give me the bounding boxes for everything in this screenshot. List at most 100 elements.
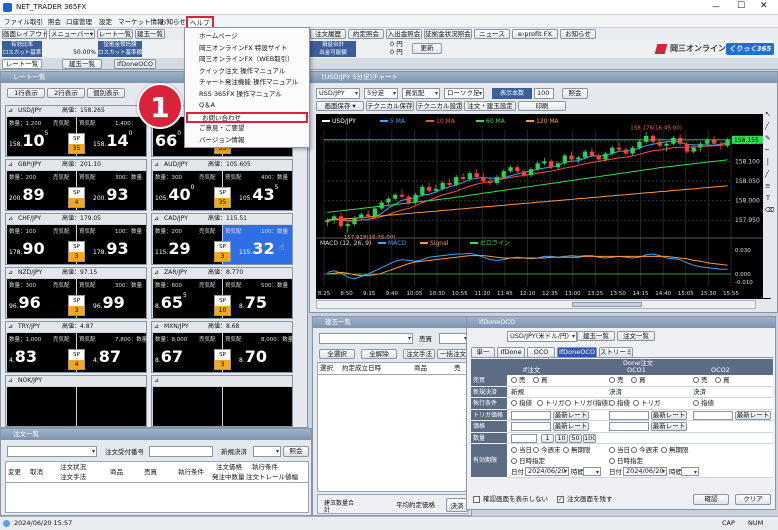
tab-rate-list[interactable]: レート一覧	[2, 59, 42, 69]
exp-none-0-radio[interactable]	[563, 447, 569, 453]
sell-cell[interactable]: 数量：600 売気配 8.655	[153, 279, 222, 318]
sell-cell[interactable]: 数量：300 売気配 96.96	[7, 279, 76, 318]
position-side-select[interactable]	[439, 333, 469, 344]
order-no-input[interactable]	[149, 446, 213, 457]
tile-chart-icon[interactable]: ⊿	[154, 214, 159, 224]
exp-date-1-radio[interactable]	[609, 458, 615, 464]
buy-0-radio[interactable]	[533, 377, 539, 383]
buy-cell[interactable]: 買気配 7,800：数量 4.87	[77, 333, 147, 372]
eprofit-button[interactable]: e-profit FX	[512, 29, 558, 39]
select-all-button[interactable]: 全選択	[319, 349, 355, 359]
minimize-icon[interactable]: —	[712, 2, 720, 11]
tile-chart-icon[interactable]: ⊿	[8, 268, 13, 278]
rate-tile[interactable]: ⊿ NOK/JPY	[5, 375, 147, 427]
order-filter-select[interactable]	[7, 446, 97, 457]
method-button[interactable]: 注文手法	[403, 349, 435, 359]
rate-tile[interactable]: ⊿ MXN/JPY 高値：8.68 数量：8,000 売気配 8.67 買気配 8,000：数…	[151, 321, 293, 373]
rate-tile[interactable]: ⊿ GBP/JPY 高値：201.10 数量：200 売気配 200.89 買気配 300：数…	[5, 159, 147, 211]
menu-news[interactable]: お知らせ	[160, 17, 186, 27]
draw-erase-icon[interactable]: ⌫	[765, 206, 774, 215]
chart-type-select[interactable]: ローソク足	[444, 88, 484, 99]
oco1-latest-button[interactable]: 最新レート	[651, 410, 687, 420]
exp-today-1-radio[interactable]	[609, 447, 615, 453]
buy-1-radio[interactable]	[631, 377, 637, 383]
clear-all-button[interactable]: 全解除	[361, 349, 397, 359]
menubar-button[interactable]: メニューバー▾	[49, 29, 95, 39]
oco1-latest-button[interactable]: 最新レート	[651, 422, 687, 431]
menu-market[interactable]: マーケット情報	[118, 17, 164, 27]
ifd-pos-button[interactable]: 建玉一覧	[577, 331, 615, 341]
buy-cell[interactable]: 買気配 8,000：数量 8.70	[223, 333, 293, 372]
help-menu-item[interactable]: バージョン情報	[185, 135, 307, 146]
execution-button[interactable]: 約定照会	[348, 29, 384, 39]
buy-cell[interactable]: 買気配 300：数量 96.99	[77, 279, 146, 318]
exp-none-1-radio[interactable]	[661, 447, 667, 453]
batch-order-button[interactable]: 一括注文	[437, 349, 469, 359]
menu-inquiry[interactable]: 照会	[48, 17, 61, 27]
tech-settings-button[interactable]: テクニカル設定	[416, 101, 462, 111]
buy-cell[interactable]: 買気配 1,400： 158.140	[77, 117, 146, 156]
buy-2-radio[interactable]	[715, 377, 721, 383]
if-latest-button[interactable]: 最新レート	[553, 422, 589, 431]
print-button[interactable]: 印刷	[518, 101, 566, 111]
tile-chart-icon[interactable]: ⊿	[8, 376, 13, 386]
tab-position-list[interactable]: 建玉一覧	[62, 59, 102, 69]
sell-cell[interactable]: 数量：8,000 売気配 8.67	[153, 333, 222, 372]
single-button[interactable]: 個別表示	[87, 88, 125, 98]
update-button[interactable]: 更新	[412, 43, 442, 54]
sell-cell[interactable]: 数量：1,000 売気配 4.83	[7, 333, 76, 372]
exp-week-0-radio[interactable]	[533, 447, 539, 453]
tile-chart-icon[interactable]: ⊿	[8, 160, 13, 170]
tile-chart-icon[interactable]: ⊿	[8, 322, 13, 332]
maximize-icon[interactable]: ☐	[737, 1, 745, 11]
oco1-limit-radio[interactable]	[609, 400, 615, 406]
new-settle-select[interactable]	[253, 446, 281, 457]
if-limit-radio[interactable]	[511, 400, 517, 406]
oco2-price-input[interactable]	[693, 410, 733, 420]
tab-ifdone[interactable]: IfDone	[497, 347, 525, 358]
sell-cell[interactable]: 数量：200 売気配 200.89	[7, 171, 76, 210]
help-menu-item[interactable]: ご意見・ご要望	[185, 123, 307, 134]
sell-cell[interactable]: 数量：200 売気配 115.29	[153, 225, 222, 264]
rate-tile[interactable]: ⊿ NZD/JPY 高値：97.15 数量：300 売気配 96.96 買気配 300：数量 9…	[5, 267, 147, 319]
tile-chart-icon[interactable]: ⊿	[154, 268, 159, 278]
buy-cell[interactable]: 買気配 500：数量 8.75	[223, 279, 292, 318]
oco1-trigger-radio[interactable]	[633, 400, 639, 406]
save-screen-button[interactable]: 画面保存 ▾	[316, 101, 364, 111]
sell-cell[interactable]: 数量：1,200 売気配 158.105	[7, 117, 76, 156]
buy-cell[interactable]: 買気配 400：数量 105.435	[223, 171, 292, 210]
tile-chart-icon[interactable]: ⊿	[8, 214, 13, 224]
tab-ifdoneoco-active[interactable]: IfDoneOCO	[557, 347, 597, 358]
tab-single[interactable]: 単一	[471, 347, 495, 358]
chart-ref-button[interactable]: 照会	[562, 88, 588, 99]
buy-cell[interactable]: 買気配 100：数量 115.32 ☝	[223, 225, 292, 264]
chart-canvas[interactable]: 158.150158.100158.050158.000157.9508:258…	[316, 114, 771, 299]
draw-channel-icon[interactable]: ╱	[765, 170, 769, 179]
sell-1-radio[interactable]	[609, 377, 615, 383]
buy-cell[interactable]	[77, 387, 146, 426]
chart-scroll-thumb[interactable]	[572, 302, 642, 307]
keep-screen-checkbox[interactable]: ✓	[557, 496, 564, 503]
qty-input[interactable]	[511, 433, 537, 443]
order-settings-button[interactable]: 注文・建玉設定	[464, 101, 516, 111]
confirm-skip-checkbox[interactable]	[473, 496, 480, 503]
ifd-pair-select[interactable]: USD/JPY(米ドル/円)	[507, 331, 577, 342]
chart-interval-select[interactable]: 5分足	[364, 88, 398, 99]
tile-chart-icon[interactable]: ⊿	[154, 160, 159, 170]
buy-cell[interactable]	[223, 387, 292, 426]
if-trigger-limit-radio[interactable]	[565, 400, 571, 406]
sell-cell[interactable]	[153, 387, 222, 426]
buy-cell[interactable]: 買気配 300：数量 200.93	[77, 171, 146, 210]
order-ref-button[interactable]: 照会	[283, 446, 309, 457]
qty-preset-button[interactable]: 10	[555, 433, 568, 443]
ifd-ord-button[interactable]: 注文一覧	[617, 331, 655, 341]
settle-button[interactable]: 決済	[446, 498, 468, 512]
if-latest-button[interactable]: 最新レート	[553, 410, 589, 420]
position-list-button[interactable]: 建玉一覧	[135, 29, 165, 39]
news-button[interactable]: ニュース	[474, 29, 510, 39]
confirm-button[interactable]: 確認	[693, 494, 729, 505]
notice-button[interactable]: お知らせ	[560, 29, 596, 39]
rate-tile[interactable]: ⊿ USD/JPY 高値：158.265 数量：1,200 売気配 158.105 買気配 1…	[5, 105, 147, 157]
oco1-price-input[interactable]	[609, 422, 649, 431]
sell-cell[interactable]: 数量：100 売気配 178.90	[7, 225, 76, 264]
